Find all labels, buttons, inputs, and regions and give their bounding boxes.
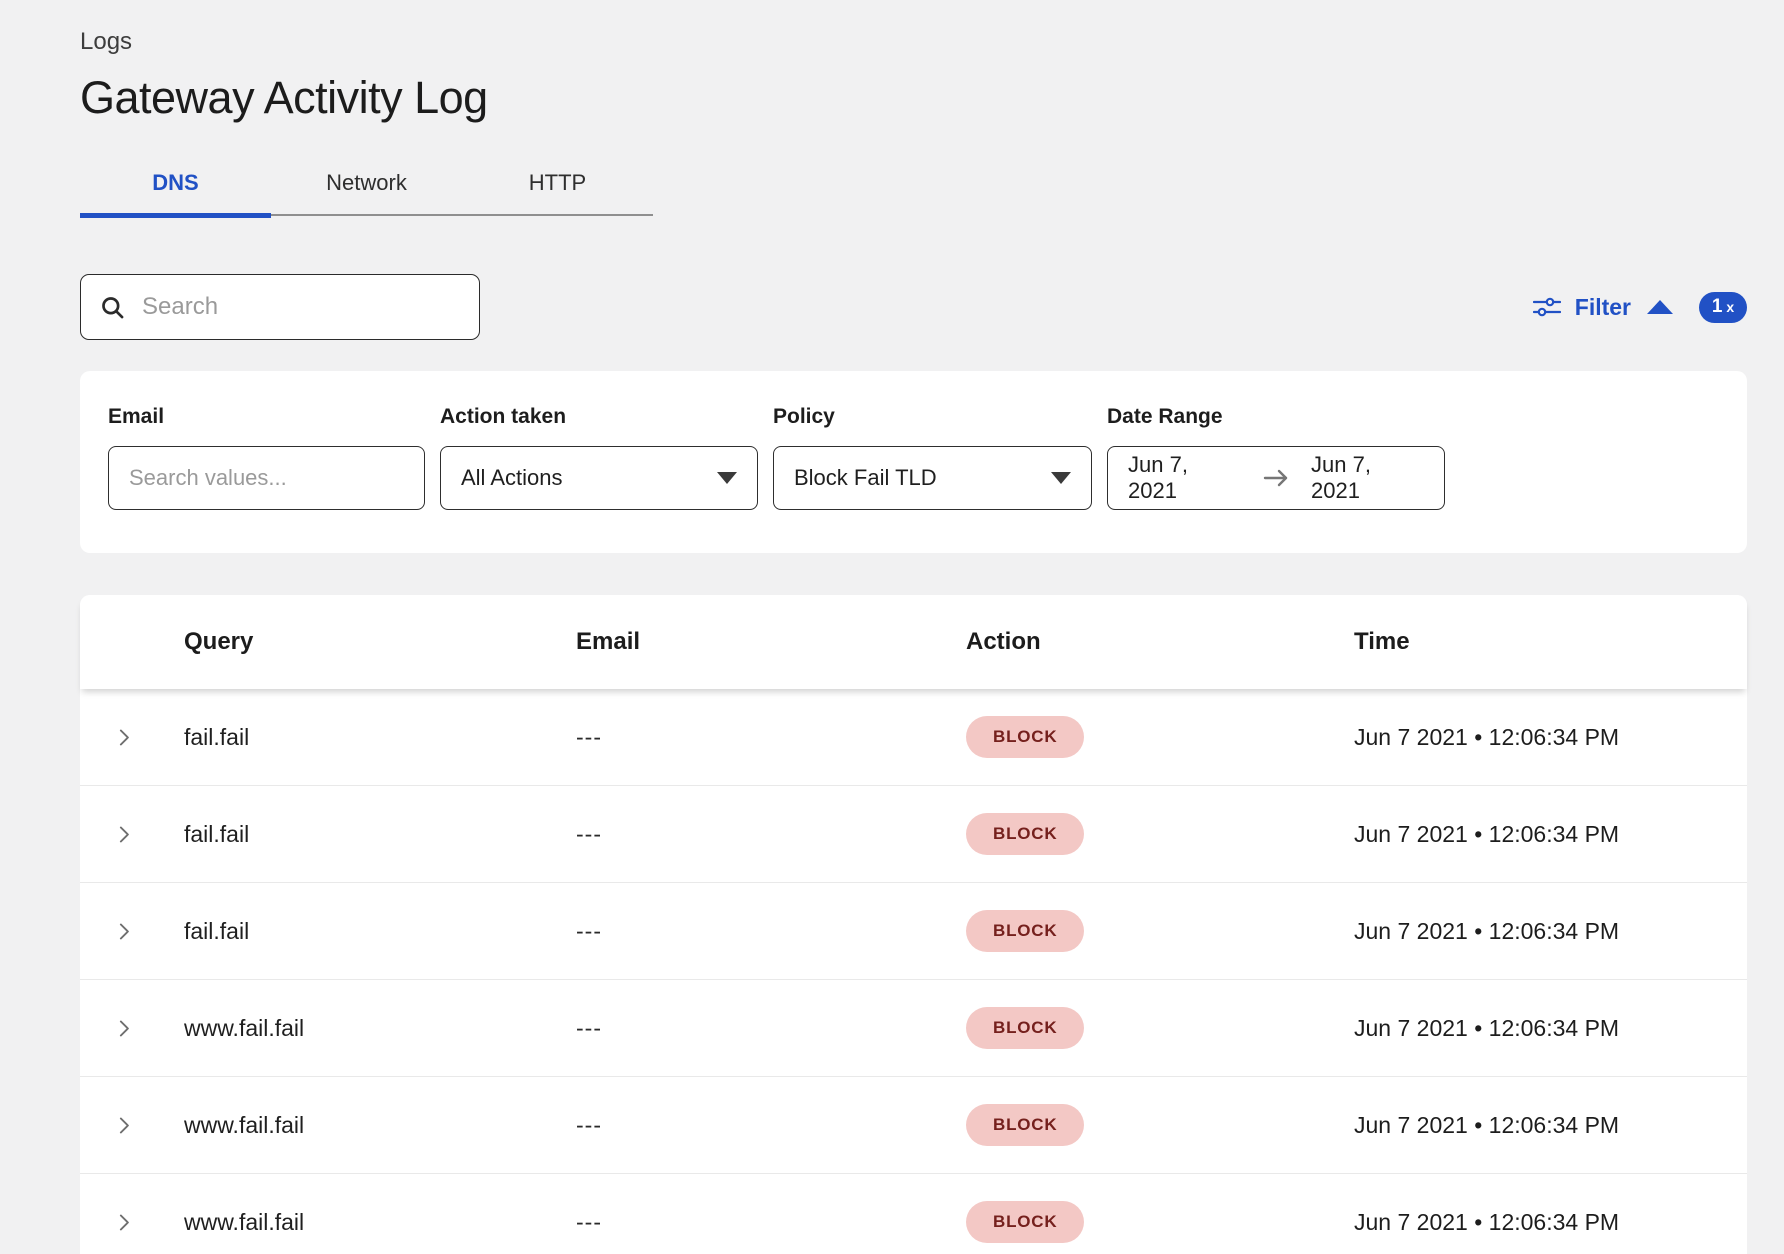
chevron-down-icon <box>717 472 737 484</box>
query-cell: fail.fail <box>184 724 576 751</box>
tab-http[interactable]: HTTP <box>462 170 653 214</box>
expand-row-button[interactable] <box>113 921 184 942</box>
policy-value: Block Fail TLD <box>794 465 937 491</box>
filter-toggle[interactable]: Filter 1 x <box>1533 292 1747 323</box>
filter-count: 1 <box>1712 296 1723 318</box>
policy-select[interactable]: Block Fail TLD <box>773 446 1092 510</box>
block-badge: BLOCK <box>966 1104 1084 1146</box>
column-header-email: Email <box>576 628 966 656</box>
expand-row-button[interactable] <box>113 1018 184 1039</box>
date-range-start[interactable]: Jun 7, 2021 <box>1128 452 1241 504</box>
table-row[interactable]: www.fail.fail --- BLOCK Jun 7 2021 • 12:… <box>80 980 1747 1077</box>
chevron-right-icon <box>113 1212 134 1233</box>
table-row[interactable]: fail.fail --- BLOCK Jun 7 2021 • 12:06:3… <box>80 786 1747 883</box>
action-taken-label: Action taken <box>440 405 758 429</box>
email-filter-field[interactable] <box>108 446 425 510</box>
filter-group-action-taken: Action taken All Actions <box>440 405 758 553</box>
table-row[interactable]: www.fail.fail --- BLOCK Jun 7 2021 • 12:… <box>80 1077 1747 1174</box>
expand-row-button[interactable] <box>113 727 184 748</box>
table-body: fail.fail --- BLOCK Jun 7 2021 • 12:06:3… <box>80 689 1747 1254</box>
chevron-down-icon <box>1051 472 1071 484</box>
chevron-right-icon <box>113 1018 134 1039</box>
block-badge: BLOCK <box>966 813 1084 855</box>
date-range-end[interactable]: Jun 7, 2021 <box>1311 452 1424 504</box>
email-cell: --- <box>576 1015 966 1042</box>
filter-label: Filter <box>1575 294 1631 321</box>
query-cell: www.fail.fail <box>184 1209 576 1236</box>
email-cell: --- <box>576 918 966 945</box>
activity-log-table: Query Email Action Time fail.fail --- BL… <box>80 595 1747 1254</box>
email-cell: --- <box>576 1112 966 1139</box>
email-cell: --- <box>576 724 966 751</box>
action-cell: BLOCK <box>966 716 1354 758</box>
block-badge: BLOCK <box>966 910 1084 952</box>
table-header-row: Query Email Action Time <box>80 595 1747 689</box>
table-row[interactable]: www.fail.fail --- BLOCK Jun 7 2021 • 12:… <box>80 1174 1747 1254</box>
time-cell: Jun 7 2021 • 12:06:34 PM <box>1354 1112 1747 1139</box>
time-cell: Jun 7 2021 • 12:06:34 PM <box>1354 918 1747 945</box>
filter-sliders-icon <box>1533 295 1561 319</box>
action-cell: BLOCK <box>966 1007 1354 1049</box>
filter-group-date-range: Date Range Jun 7, 2021 Jun 7, 2021 <box>1107 405 1445 553</box>
expand-row-button[interactable] <box>113 1115 184 1136</box>
page-title: Gateway Activity Log <box>80 72 1747 124</box>
arrow-right-icon <box>1263 469 1289 487</box>
action-cell: BLOCK <box>966 1104 1354 1146</box>
search-box[interactable] <box>80 274 480 340</box>
breadcrumb[interactable]: Logs <box>80 28 1747 56</box>
policy-label: Policy <box>773 405 1092 429</box>
action-taken-select[interactable]: All Actions <box>440 446 758 510</box>
block-badge: BLOCK <box>966 716 1084 758</box>
email-filter-input[interactable] <box>129 465 404 491</box>
date-range-label: Date Range <box>1107 405 1445 429</box>
chevron-right-icon <box>113 727 134 748</box>
table-row[interactable]: fail.fail --- BLOCK Jun 7 2021 • 12:06:3… <box>80 689 1747 786</box>
search-input[interactable] <box>142 293 461 321</box>
collapse-arrow-icon[interactable] <box>1647 300 1673 314</box>
search-filter-row: Filter 1 x <box>80 274 1747 340</box>
column-header-time: Time <box>1354 628 1747 656</box>
query-cell: fail.fail <box>184 821 576 848</box>
filter-group-policy: Policy Block Fail TLD <box>773 405 1092 553</box>
tab-dns[interactable]: DNS <box>80 170 271 214</box>
action-taken-value: All Actions <box>461 465 563 491</box>
tab-network[interactable]: Network <box>271 170 462 214</box>
action-cell: BLOCK <box>966 910 1354 952</box>
action-cell: BLOCK <box>966 1201 1354 1243</box>
tab-bar: DNS Network HTTP <box>80 170 653 216</box>
chevron-right-icon <box>113 824 134 845</box>
action-cell: BLOCK <box>966 813 1354 855</box>
clear-filters-x[interactable]: x <box>1726 299 1734 315</box>
chevron-right-icon <box>113 1115 134 1136</box>
active-tab-indicator <box>80 213 271 218</box>
block-badge: BLOCK <box>966 1007 1084 1049</box>
date-range-field[interactable]: Jun 7, 2021 Jun 7, 2021 <box>1107 446 1445 510</box>
filter-group-email: Email <box>108 405 425 553</box>
table-row[interactable]: fail.fail --- BLOCK Jun 7 2021 • 12:06:3… <box>80 883 1747 980</box>
chevron-right-icon <box>113 921 134 942</box>
column-header-query: Query <box>184 628 576 656</box>
expand-row-button[interactable] <box>113 824 184 845</box>
column-header-action: Action <box>966 628 1354 656</box>
filter-panel: Email Action taken All Actions Policy Bl… <box>80 371 1747 553</box>
expand-row-button[interactable] <box>113 1212 184 1233</box>
time-cell: Jun 7 2021 • 12:06:34 PM <box>1354 1209 1747 1236</box>
query-cell: www.fail.fail <box>184 1112 576 1139</box>
block-badge: BLOCK <box>966 1201 1084 1243</box>
filter-count-badge[interactable]: 1 x <box>1699 292 1747 323</box>
time-cell: Jun 7 2021 • 12:06:34 PM <box>1354 1015 1747 1042</box>
query-cell: www.fail.fail <box>184 1015 576 1042</box>
search-icon <box>99 294 126 321</box>
email-filter-label: Email <box>108 405 425 429</box>
email-cell: --- <box>576 1209 966 1236</box>
time-cell: Jun 7 2021 • 12:06:34 PM <box>1354 821 1747 848</box>
gateway-activity-log-page: Logs Gateway Activity Log DNS Network HT… <box>0 0 1784 1254</box>
query-cell: fail.fail <box>184 918 576 945</box>
email-cell: --- <box>576 821 966 848</box>
time-cell: Jun 7 2021 • 12:06:34 PM <box>1354 724 1747 751</box>
